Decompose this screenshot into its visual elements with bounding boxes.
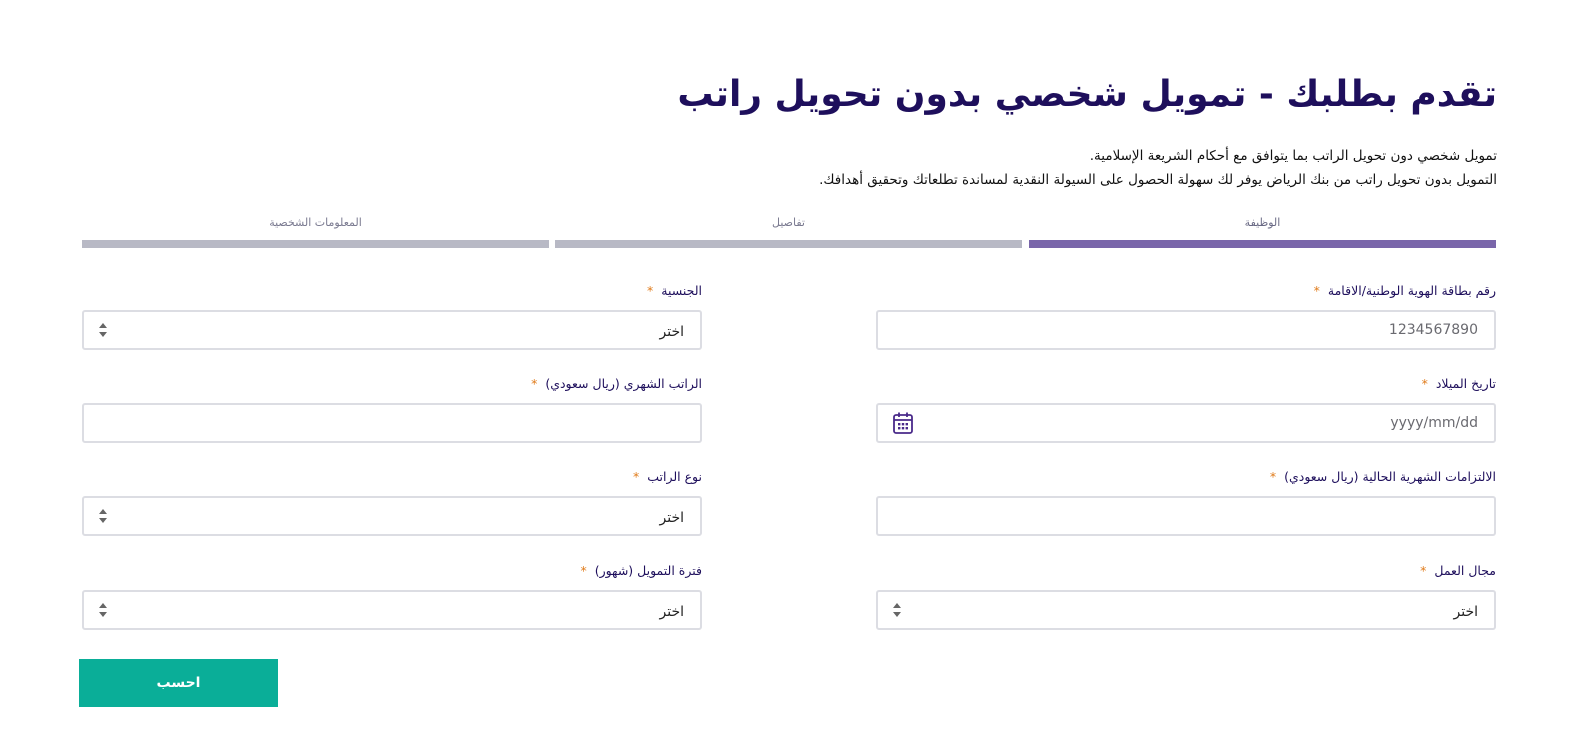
step-bar	[555, 240, 1022, 248]
page: تقدم بطلبك - تمويل شخصي بدون تحويل راتب …	[0, 0, 1573, 731]
salary-type-selected: اختر	[659, 510, 685, 526]
monthly-obligations-label: الالتزامات الشهرية الحالية (ريال سعودي) …	[1269, 469, 1496, 484]
finance-period-selected: اختر	[659, 604, 685, 620]
step-label: الوظيفة	[1244, 216, 1281, 229]
description-line-1: تمويل شخصي دون تحويل الراتب بما يتوافق م…	[1089, 148, 1497, 164]
step-details[interactable]: تفاصيل	[555, 210, 1022, 248]
work-field-field-group: مجال العمل * اختر	[876, 561, 1496, 630]
id-number-field-group: رقم بطاقة الهوية الوطنية/الاقامة * 12345…	[876, 281, 1496, 350]
finance-period-label: فترة التمويل (شهور) *	[580, 563, 702, 578]
required-mark: *	[632, 469, 640, 484]
step-personal-info[interactable]: المعلومات الشخصية	[82, 210, 549, 248]
finance-period-select[interactable]: اختر	[82, 590, 702, 630]
nationality-selected: اختر	[659, 324, 685, 340]
step-job[interactable]: الوظيفة	[1029, 210, 1496, 248]
required-mark: *	[1421, 376, 1428, 391]
monthly-obligations-field-group: الالتزامات الشهرية الحالية (ريال سعودي) …	[876, 467, 1496, 536]
calculate-button[interactable]: احسب	[79, 659, 278, 707]
step-label: تفاصيل	[772, 216, 805, 229]
step-bar	[1029, 240, 1496, 248]
sort-arrows-icon	[99, 603, 107, 617]
monthly-salary-input[interactable]	[82, 403, 702, 443]
sort-arrows-icon	[99, 323, 107, 337]
step-bar	[82, 240, 549, 248]
calendar-icon[interactable]	[892, 411, 914, 435]
birth-date-field-group: تاريخ الميلاد * yyyy/mm/dd	[876, 374, 1496, 443]
required-mark: *	[1313, 283, 1320, 298]
page-description: تمويل شخصي دون تحويل الراتب بما يتوافق م…	[819, 144, 1497, 192]
id-number-label: رقم بطاقة الهوية الوطنية/الاقامة *	[1313, 283, 1496, 298]
birth-date-placeholder: yyyy/mm/dd	[1390, 415, 1478, 431]
nationality-select[interactable]: اختر	[82, 310, 702, 350]
work-field-selected: اختر	[1453, 604, 1479, 620]
required-mark: *	[580, 563, 587, 578]
nationality-label: الجنسية *	[647, 283, 702, 298]
birth-date-input[interactable]: yyyy/mm/dd	[876, 403, 1496, 443]
nationality-field-group: الجنسية * اختر	[82, 281, 702, 350]
finance-period-field-group: فترة التمويل (شهور) * اختر	[82, 561, 702, 630]
required-mark: *	[531, 376, 538, 391]
monthly-salary-field-group: الراتب الشهري (ريال سعودي) *	[82, 374, 702, 443]
progress-stepper: الوظيفة تفاصيل المعلومات الشخصية	[82, 210, 1496, 256]
salary-type-select[interactable]: اختر	[82, 496, 702, 536]
work-field-label: مجال العمل *	[1420, 563, 1496, 578]
step-label: المعلومات الشخصية	[269, 216, 362, 229]
id-number-input[interactable]: 1234567890	[876, 310, 1496, 350]
salary-type-label: نوع الراتب *	[632, 469, 702, 484]
monthly-obligations-input[interactable]	[876, 496, 1496, 536]
monthly-salary-label: الراتب الشهري (ريال سعودي) *	[531, 376, 702, 391]
description-line-2: التمويل بدون تحويل راتب من بنك الرياض يو…	[819, 172, 1497, 188]
id-number-placeholder: 1234567890	[1388, 322, 1478, 338]
page-title: تقدم بطلبك - تمويل شخصي بدون تحويل راتب	[677, 74, 1497, 115]
sort-arrows-icon	[99, 509, 107, 523]
required-mark: *	[1420, 563, 1427, 578]
required-mark: *	[1269, 469, 1277, 484]
required-mark: *	[647, 283, 654, 298]
salary-type-field-group: نوع الراتب * اختر	[82, 467, 702, 536]
sort-arrows-icon	[893, 603, 901, 617]
work-field-select[interactable]: اختر	[876, 590, 1496, 630]
birth-date-label: تاريخ الميلاد *	[1421, 376, 1496, 391]
